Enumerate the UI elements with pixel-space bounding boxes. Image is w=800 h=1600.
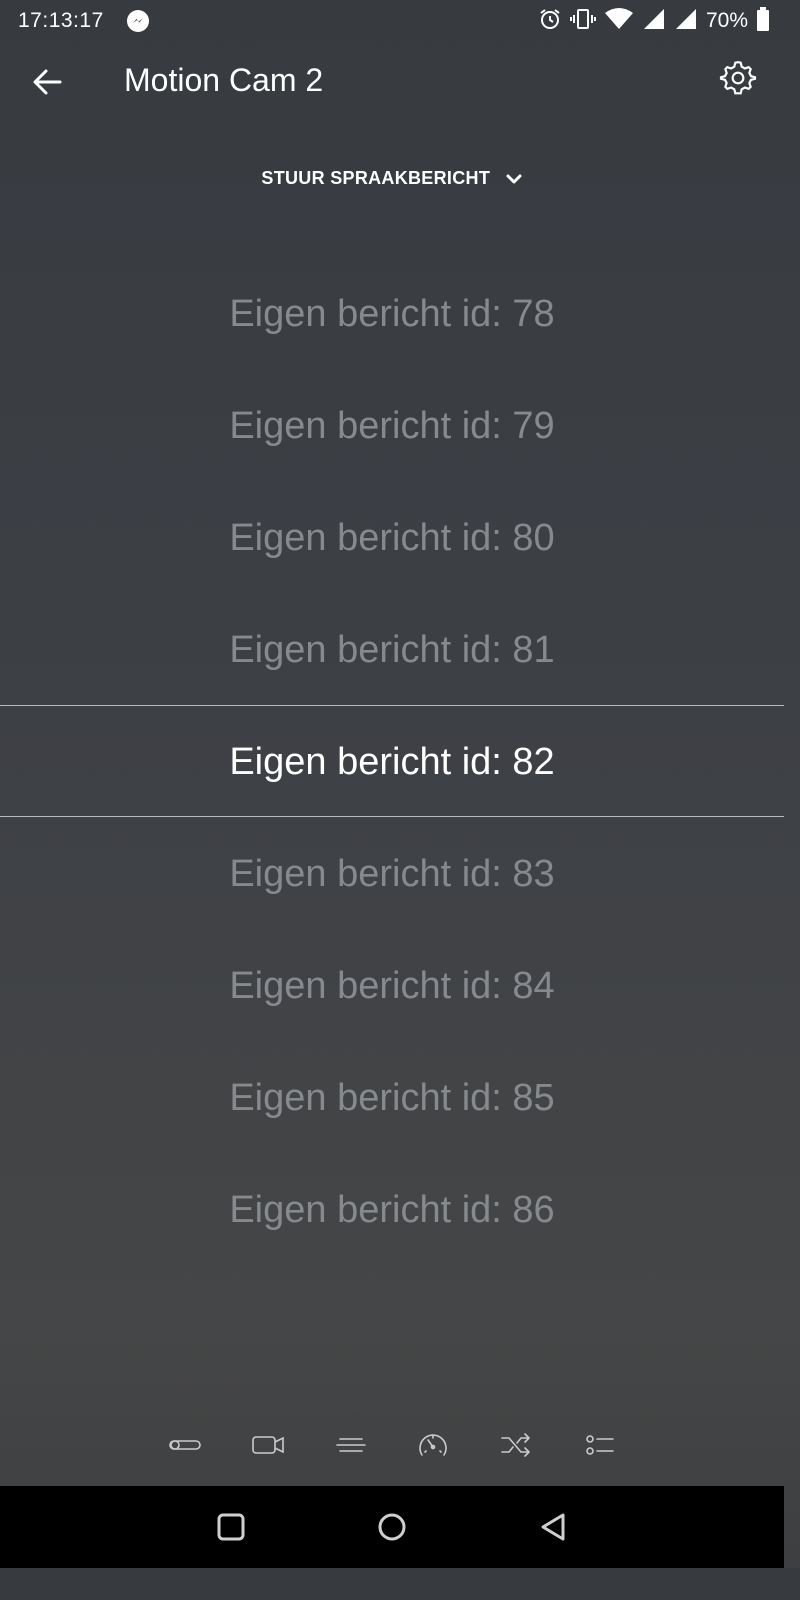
chevron-down-icon bbox=[505, 170, 523, 188]
recent-apps-icon[interactable] bbox=[214, 1510, 248, 1544]
back-triangle-icon[interactable] bbox=[537, 1510, 571, 1544]
home-icon[interactable] bbox=[375, 1510, 409, 1544]
signal-icon bbox=[674, 7, 698, 36]
lines-icon[interactable] bbox=[334, 1428, 368, 1462]
status-time: 17:13:17 bbox=[18, 9, 104, 32]
vibrate-icon bbox=[569, 7, 596, 36]
picker-item[interactable]: Eigen bericht id: 80 bbox=[0, 482, 784, 594]
toggle-icon[interactable] bbox=[168, 1428, 202, 1462]
alarm-icon bbox=[538, 7, 562, 36]
arrow-left-icon bbox=[33, 69, 62, 95]
gear-icon bbox=[719, 61, 757, 95]
picker-item[interactable]: Eigen bericht id: 79 bbox=[0, 370, 784, 482]
message-picker[interactable]: Eigen bericht id: 78 Eigen bericht id: 7… bbox=[0, 258, 784, 1266]
battery-icon bbox=[756, 6, 770, 37]
speedometer-icon[interactable] bbox=[416, 1428, 450, 1462]
signal-icon bbox=[642, 7, 666, 36]
picker-item-selected[interactable]: Eigen bericht id: 82 bbox=[0, 706, 784, 818]
message-type-dropdown[interactable]: STUUR SPRAAKBERICHT bbox=[0, 168, 784, 189]
shuffle-icon[interactable] bbox=[499, 1428, 533, 1462]
page-title: Motion Cam 2 bbox=[124, 62, 324, 98]
status-icons: 70% bbox=[538, 6, 770, 37]
picker-item[interactable]: Eigen bericht id: 86 bbox=[0, 1154, 784, 1266]
selection-divider-bottom bbox=[0, 816, 784, 817]
facebook-messenger-icon bbox=[126, 9, 150, 33]
list-icon[interactable] bbox=[582, 1428, 616, 1462]
picker-item[interactable]: Eigen bericht id: 81 bbox=[0, 594, 784, 706]
bottom-nav bbox=[0, 1420, 784, 1470]
picker-item[interactable]: Eigen bericht id: 85 bbox=[0, 1042, 784, 1154]
back-button[interactable] bbox=[28, 62, 68, 102]
wifi-icon bbox=[604, 7, 634, 36]
status-bar: 17:13:17 70% bbox=[0, 0, 784, 44]
picker-item[interactable]: Eigen bericht id: 83 bbox=[0, 818, 784, 930]
system-nav-bar bbox=[0, 1486, 784, 1568]
settings-button[interactable] bbox=[718, 58, 758, 98]
selection-divider-top bbox=[0, 705, 784, 706]
battery-percent: 70% bbox=[705, 9, 748, 32]
app-bar: Motion Cam 2 bbox=[0, 44, 784, 120]
picker-item[interactable]: Eigen bericht id: 78 bbox=[0, 258, 784, 370]
video-camera-icon[interactable] bbox=[251, 1428, 285, 1462]
dropdown-label: STUUR SPRAAKBERICHT bbox=[261, 168, 491, 188]
picker-item[interactable]: Eigen bericht id: 84 bbox=[0, 930, 784, 1042]
